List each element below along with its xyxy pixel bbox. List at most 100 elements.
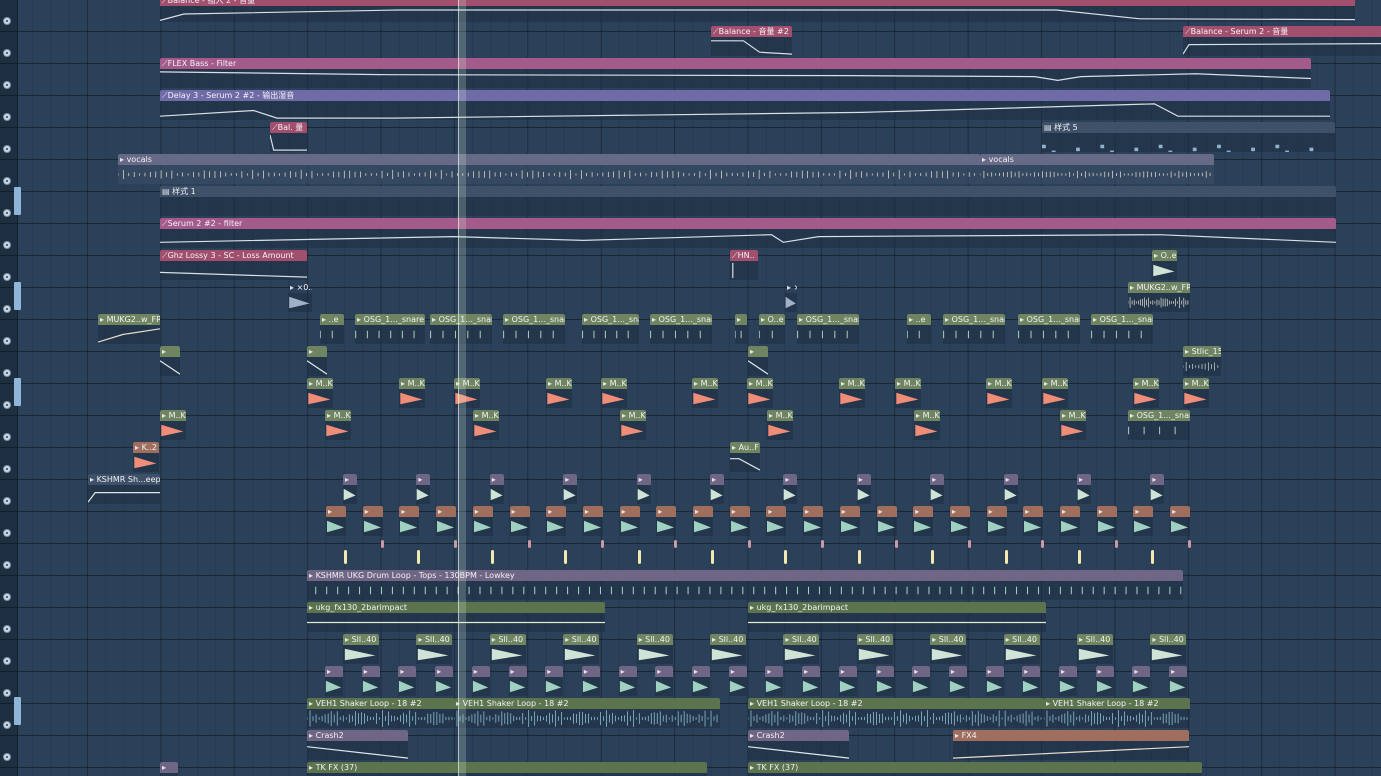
audio-clip-tick[interactable] bbox=[711, 550, 714, 564]
track-mute-icon[interactable] bbox=[3, 625, 11, 633]
audio-clip-perc-2[interactable]: ▸ bbox=[1095, 666, 1114, 696]
track-mute-icon[interactable] bbox=[3, 241, 11, 249]
audio-clip-tick[interactable] bbox=[600, 540, 604, 548]
audio-clip-tick[interactable] bbox=[454, 540, 458, 548]
audio-clip-kick[interactable]: ▸ M..K bbox=[895, 378, 921, 408]
audio-clip-perc[interactable]: ▸ bbox=[986, 506, 1007, 536]
audio-clip-tick[interactable] bbox=[380, 540, 384, 548]
audio-clip-hat[interactable]: ▸ bbox=[1003, 474, 1018, 504]
audio-clip-tick[interactable] bbox=[637, 550, 641, 564]
audio-clip-hat[interactable]: ▸ bbox=[710, 474, 724, 504]
audio-clip-tick[interactable] bbox=[857, 550, 861, 564]
audio-clip-perc-2[interactable]: ▸ bbox=[435, 666, 454, 696]
audio-clip-tick[interactable] bbox=[1151, 550, 1155, 564]
audio-clip-perc[interactable]: ▸ bbox=[436, 506, 457, 536]
audio-clip-hat[interactable]: ▸ bbox=[563, 474, 578, 504]
audio-clip-snare[interactable]: ▸ OSG_1..._snare bbox=[355, 314, 425, 344]
track-selection-indicator[interactable] bbox=[14, 697, 21, 725]
audio-clip-snare[interactable]: ▸ O..e bbox=[759, 314, 785, 344]
audio-clip-hat[interactable]: ▸ bbox=[930, 474, 945, 504]
audio-clip-snare[interactable]: ▸ OSG_1..._snare bbox=[1091, 314, 1153, 344]
audio-clip-kick-2[interactable]: ▸ M..K bbox=[914, 410, 940, 440]
audio-clip-perc[interactable]: ▸ bbox=[949, 506, 970, 536]
audio-clip-perc[interactable]: ▸ bbox=[913, 506, 934, 536]
audio-clip-perc[interactable]: ▸ bbox=[509, 506, 530, 536]
audio-clip-perc-2[interactable]: ▸ bbox=[325, 666, 343, 696]
track-mute-icon[interactable] bbox=[3, 689, 11, 697]
audio-clip-tick[interactable] bbox=[1078, 550, 1081, 564]
audio-clip-perc[interactable]: ▸ bbox=[839, 506, 860, 536]
audio-clip-tick[interactable] bbox=[490, 550, 494, 564]
audio-clip-tick[interactable] bbox=[1004, 550, 1008, 564]
audio-clip-kick-2[interactable]: ▸ M..K bbox=[620, 410, 646, 440]
audio-clip-perc[interactable]: ▸ bbox=[546, 506, 567, 536]
audio-clip-perc-2[interactable]: ▸ bbox=[875, 666, 894, 696]
track-mute-icon[interactable] bbox=[3, 81, 11, 89]
audio-clip-perc-2[interactable]: ▸ bbox=[692, 666, 710, 696]
audio-clip-snare[interactable]: ▸ OSG_1..._snare bbox=[943, 314, 1005, 344]
audio-clip-perc-2[interactable]: ▸ bbox=[948, 666, 967, 696]
audio-clip-tick[interactable] bbox=[821, 540, 825, 548]
audio-clip-perc-2[interactable]: ▸ bbox=[545, 666, 564, 696]
automation-clip-serum-filter[interactable]: ⟋Serum 2 #2 - filter bbox=[160, 218, 1336, 248]
audio-clip-hat[interactable]: ▸ bbox=[856, 474, 871, 504]
audio-clip-perc[interactable]: ▸ bbox=[472, 506, 493, 536]
audio-clip-perc-2[interactable]: ▸ bbox=[1059, 666, 1077, 696]
audio-clip-sll40[interactable]: ▸ Sll..40 bbox=[563, 634, 600, 664]
audio-clip-tick[interactable] bbox=[1188, 540, 1192, 548]
audio-clip-tick[interactable] bbox=[894, 540, 898, 548]
audio-clip-shaker[interactable]: ▸ VEH1 Shaker Loop - 18 #2 bbox=[454, 698, 720, 728]
audio-clip-snare[interactable]: ▸ OSG_1..._snare bbox=[650, 314, 712, 344]
audio-clip-kick[interactable]: ▸ M..K bbox=[1133, 378, 1159, 408]
audio-clip-perc-2[interactable]: ▸ bbox=[581, 666, 600, 696]
audio-clip-sll40[interactable]: ▸ Sll..40 bbox=[343, 634, 379, 664]
track-mute-icon[interactable] bbox=[3, 497, 11, 505]
audio-clip-snare[interactable]: ▸ ..e bbox=[320, 314, 344, 344]
audio-clip-perc[interactable]: ▸ bbox=[803, 506, 824, 536]
track-mute-icon[interactable] bbox=[3, 433, 11, 441]
audio-clip-snare[interactable]: ▸ OSG_1..._snare bbox=[582, 314, 639, 344]
audio-clip-kshmr-sweep[interactable]: ▸ KSHMR Sh...eep 05 bbox=[88, 474, 160, 504]
audio-clip-drum-loop[interactable]: ▸ KSHMR UKG Drum Loop - Tops - 130BPM - … bbox=[307, 570, 1183, 600]
audio-clip-hat[interactable]: ▸ bbox=[1077, 474, 1091, 504]
audio-clip-perc[interactable]: ▸ bbox=[766, 506, 787, 536]
track-selection-indicator[interactable] bbox=[14, 187, 21, 215]
audio-clip-tick[interactable] bbox=[417, 550, 421, 564]
audio-clip-tick[interactable] bbox=[1114, 540, 1118, 548]
audio-clip-x-b[interactable]: ▸ × bbox=[785, 282, 797, 312]
audio-clip-perc[interactable]: ▸ bbox=[1170, 506, 1191, 536]
audio-clip-impact-a[interactable]: ▸ ukg_fx130_2barimpact bbox=[307, 602, 605, 632]
audio-clip-perc-2[interactable]: ▸ bbox=[728, 666, 747, 696]
audio-clip-snare[interactable]: ▸ OSG_1..._snare bbox=[797, 314, 859, 344]
audio-clip-snare[interactable]: ▸ bbox=[735, 314, 747, 344]
audio-clip-perc[interactable]: ▸ bbox=[1023, 506, 1044, 536]
audio-clip-perc[interactable]: ▸ bbox=[1096, 506, 1117, 536]
audio-clip-perc-2[interactable]: ▸ bbox=[765, 666, 784, 696]
track-mute-icon[interactable] bbox=[3, 529, 11, 537]
audio-clip-perc[interactable]: ▸ bbox=[619, 506, 640, 536]
automation-clip-hn[interactable]: ⟋HN.. bbox=[730, 250, 758, 280]
track-mute-icon[interactable] bbox=[3, 753, 11, 761]
audio-clip-kick[interactable]: ▸ M..K bbox=[747, 378, 773, 408]
track-mute-icon[interactable] bbox=[3, 305, 11, 313]
audio-clip-snare[interactable]: ▸ OSG_1..._snare bbox=[1018, 314, 1080, 344]
audio-clip-sll40[interactable]: ▸ Sll..40 bbox=[1003, 634, 1040, 664]
audio-clip-kick-2[interactable]: ▸ M..K bbox=[325, 410, 351, 440]
audio-clip-sll40[interactable]: ▸ Sll..40 bbox=[489, 634, 526, 664]
audio-clip-kick[interactable]: ▸ M..K bbox=[1183, 378, 1209, 408]
audio-clip-perc[interactable]: ▸ bbox=[876, 506, 897, 536]
audio-clip-kick[interactable]: ▸ M..K bbox=[546, 378, 572, 408]
audio-clip-perc[interactable]: ▸ bbox=[326, 506, 346, 536]
audio-clip-perc-2[interactable]: ▸ bbox=[471, 666, 490, 696]
audio-clip-perc[interactable]: ▸ bbox=[399, 506, 420, 536]
audio-clip-snare-right[interactable]: ▸ OSG_1..._snare bbox=[1128, 410, 1190, 440]
audio-clip-fx4[interactable]: ▸ FX4 bbox=[953, 730, 1189, 760]
audio-clip-perc[interactable]: ▸ bbox=[582, 506, 603, 536]
track-mute-icon[interactable] bbox=[3, 561, 11, 569]
automation-clip-delay[interactable]: ⟋Delay 3 - Serum 2 #2 - 输出湿音 bbox=[160, 90, 1330, 120]
audio-clip-shaker[interactable]: ▸ VEH1 Shaker Loop - 18 #2 bbox=[1044, 698, 1190, 728]
audio-clip-perc-2[interactable]: ▸ bbox=[1022, 666, 1041, 696]
audio-clip-tick[interactable] bbox=[931, 550, 935, 564]
track-mute-icon[interactable] bbox=[3, 369, 11, 377]
automation-clip-balance-2[interactable]: ⟋Balance - 音量 #2 bbox=[711, 26, 792, 56]
